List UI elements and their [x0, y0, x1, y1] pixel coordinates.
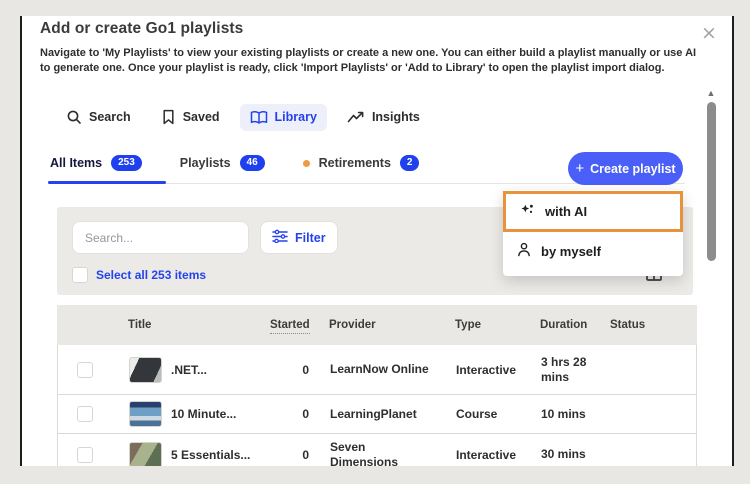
- nav-item-saved[interactable]: Saved: [151, 103, 230, 131]
- bookmark-icon: [161, 109, 176, 125]
- nav-item-search[interactable]: Search: [56, 103, 141, 131]
- search-input[interactable]: [72, 221, 249, 254]
- menu-item-label: by myself: [541, 243, 601, 259]
- row-duration: 3 hrs 28 mins: [541, 354, 587, 384]
- nav-item-library[interactable]: Library: [239, 103, 327, 131]
- column-header-started[interactable]: Started: [270, 319, 320, 334]
- nav-label: Search: [89, 110, 131, 124]
- row-started: 0: [302, 447, 309, 462]
- column-header-title: Title: [128, 319, 152, 331]
- row-provider: LearningPlanet: [330, 406, 417, 421]
- menu-item-by-myself[interactable]: by myself: [503, 232, 683, 270]
- row-title: 10 Minute...: [171, 407, 237, 421]
- ai-sparkle-icon: [520, 203, 535, 221]
- row-duration: 30 mins: [541, 447, 586, 461]
- count-badge: 2: [399, 155, 420, 171]
- person-icon: [517, 242, 531, 260]
- tab-playlists[interactable]: Playlists 46: [180, 155, 265, 171]
- open-book-icon: [250, 110, 268, 125]
- page-title: Add or create Go1 playlists: [40, 20, 244, 37]
- nav-label: Insights: [371, 110, 420, 124]
- column-header-status: Status: [610, 319, 646, 331]
- top-nav: Search Saved Library Insights: [56, 102, 430, 132]
- row-type: Course: [456, 407, 498, 421]
- tab-label: Retirements: [318, 156, 391, 170]
- course-thumbnail: [129, 441, 162, 466]
- count-badge: 253: [111, 155, 142, 171]
- table-header: Title Started Provider Type Duration Sta…: [57, 305, 697, 345]
- table-body: .NET... 0 LearnNow Online Interactive 3 …: [57, 345, 697, 466]
- table-row: 5 Essentials... 0 Seven Dimensions Inter…: [58, 434, 696, 466]
- scroll-up-arrow-icon[interactable]: ▲: [705, 88, 717, 98]
- trend-arrow-icon: [347, 110, 365, 124]
- search-icon: [66, 109, 82, 125]
- tab-retirements[interactable]: Retirements 2: [302, 155, 420, 171]
- scrollbar-thumb[interactable]: [706, 102, 716, 261]
- nav-label: Library: [274, 110, 317, 124]
- create-playlist-label: Create playlist: [590, 161, 676, 176]
- course-thumbnail: [129, 356, 162, 383]
- nav-item-insights[interactable]: Insights: [337, 104, 430, 130]
- tab-label: All Items: [50, 156, 103, 170]
- dialog-description: Navigate to 'My Playlists' to view your …: [40, 47, 697, 75]
- close-icon[interactable]: ×: [698, 22, 720, 44]
- menu-item-with-ai[interactable]: with AI: [503, 191, 683, 232]
- table-row: .NET... 0 LearnNow Online Interactive 3 …: [58, 345, 696, 395]
- tab-label: Playlists: [179, 156, 231, 170]
- column-header-type: Type: [455, 319, 481, 331]
- row-started: 0: [302, 362, 309, 377]
- content-table: Title Started Provider Type Duration Sta…: [57, 305, 697, 466]
- course-thumbnail: [129, 401, 162, 427]
- row-checkbox[interactable]: [76, 361, 93, 378]
- select-all-checkbox[interactable]: [72, 267, 88, 283]
- row-provider: LearnNow Online: [330, 362, 429, 376]
- select-all-label[interactable]: Select all 253 items: [96, 268, 206, 282]
- row-duration: 10 mins: [541, 406, 586, 421]
- row-provider: Seven Dimensions: [330, 439, 399, 467]
- filter-icon: [272, 229, 288, 246]
- scrollbar: ▲: [705, 88, 717, 261]
- retirement-dot-icon: [302, 159, 310, 167]
- tab-all-items[interactable]: All Items 253: [50, 155, 142, 171]
- column-header-provider: Provider: [329, 319, 376, 331]
- create-playlist-button[interactable]: + Create playlist: [568, 152, 683, 185]
- select-all-row: Select all 253 items: [72, 267, 206, 283]
- nav-label: Saved: [182, 110, 220, 124]
- create-playlist-menu: with AI by myself: [503, 190, 683, 276]
- row-type: Interactive: [456, 447, 517, 462]
- go1-playlists-dialog: × Add or create Go1 playlists Navigate t…: [20, 16, 734, 466]
- row-started: 0: [302, 407, 309, 421]
- row-checkbox[interactable]: [76, 446, 93, 463]
- row-title: .NET...: [171, 362, 208, 377]
- filter-label: Filter: [295, 230, 326, 245]
- column-header-duration: Duration: [540, 319, 588, 331]
- plus-icon: +: [575, 159, 585, 177]
- table-row: 10 Minute... 0 LearningPlanet Course 10 …: [58, 395, 696, 434]
- active-tab-underline: [48, 181, 166, 184]
- menu-item-label: with AI: [545, 204, 588, 219]
- row-type: Interactive: [456, 362, 517, 377]
- filter-button[interactable]: Filter: [260, 221, 338, 254]
- count-badge: 46: [239, 155, 265, 171]
- row-checkbox[interactable]: [76, 406, 93, 422]
- row-title: 5 Essentials...: [171, 447, 251, 462]
